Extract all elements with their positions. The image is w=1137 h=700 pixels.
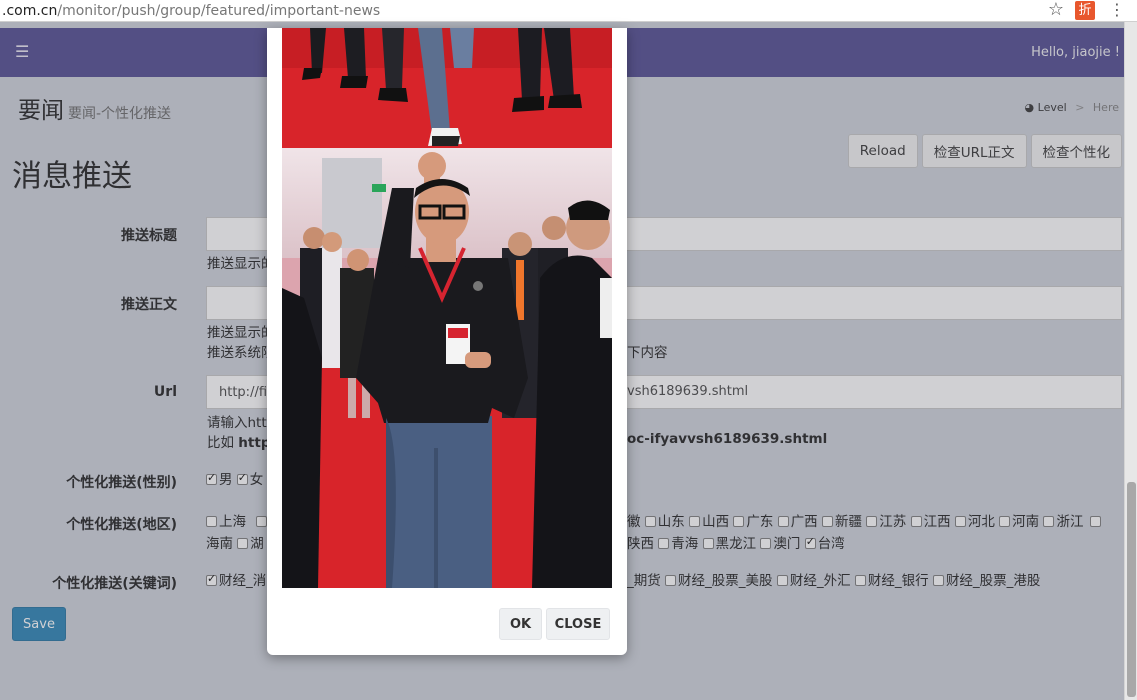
photo-man-waving <box>282 148 612 588</box>
scrollbar-thumb[interactable] <box>1127 482 1136 697</box>
browser-address-bar[interactable]: .com.cn/monitor/push/group/featured/impo… <box>0 0 1137 22</box>
extension-icon[interactable]: 折 <box>1075 1 1095 20</box>
browser-menu-icon[interactable]: ⋮ <box>1109 0 1125 20</box>
bookmark-star-icon[interactable]: ☆ <box>1048 0 1064 20</box>
image-preview-modal: OK CLOSE <box>267 28 627 655</box>
ok-button[interactable]: OK <box>499 608 542 640</box>
close-button[interactable]: CLOSE <box>546 608 610 640</box>
photo-legs-preview <box>282 28 612 148</box>
url-text[interactable]: .com.cn/monitor/push/group/featured/impo… <box>0 3 380 19</box>
page-scrollbar[interactable] <box>1124 22 1137 700</box>
